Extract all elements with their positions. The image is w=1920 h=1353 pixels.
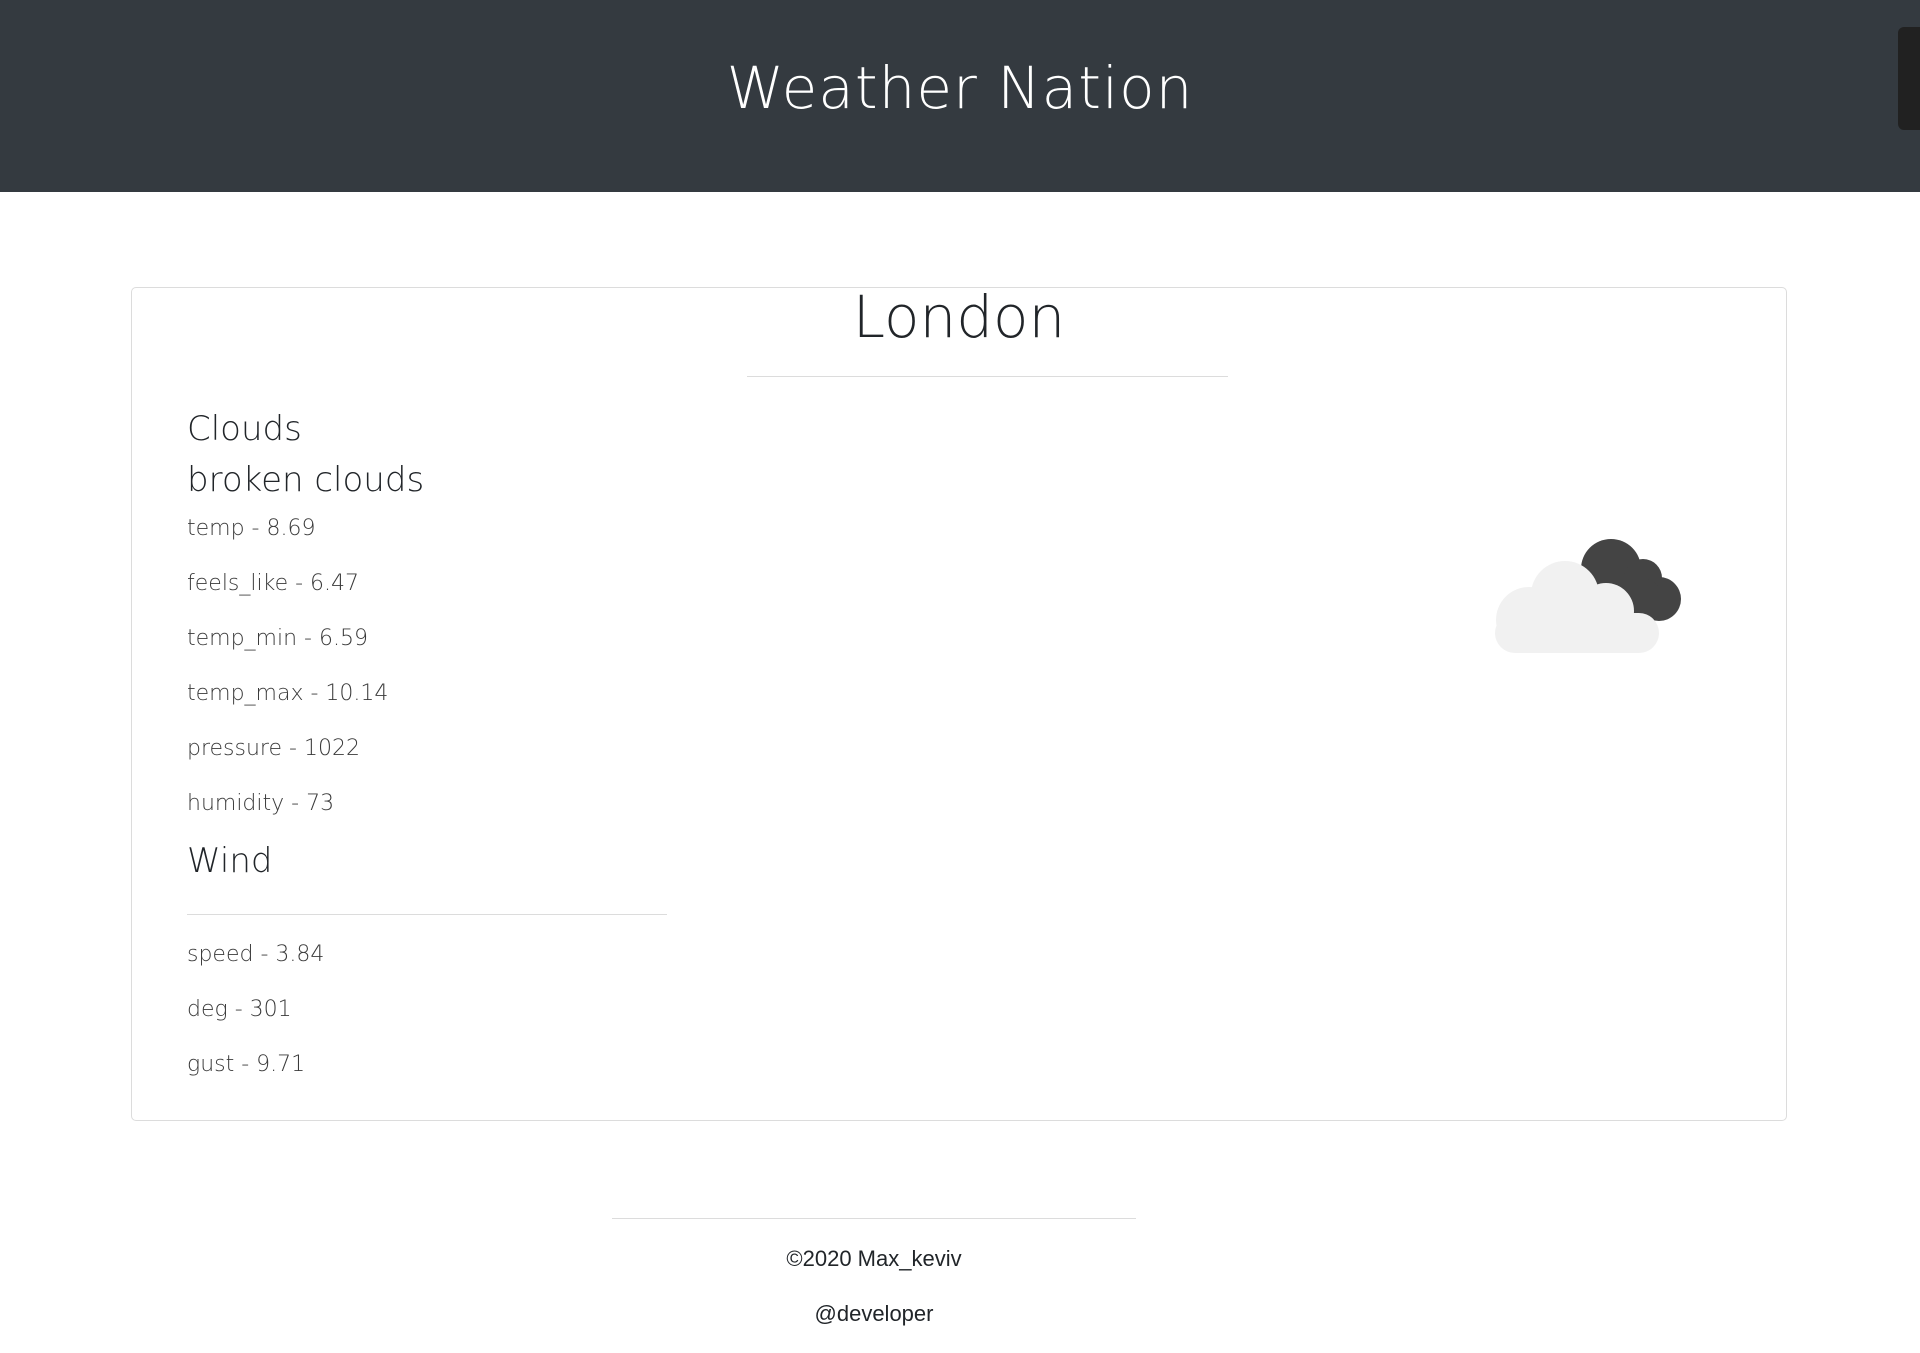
stat-wind-gust: gust - 9.71 xyxy=(187,1052,306,1077)
stat-temp: temp - 8.69 xyxy=(187,516,316,541)
footer-divider xyxy=(612,1218,1136,1219)
wind-title: Wind xyxy=(187,841,273,881)
broken-clouds-icon xyxy=(1495,539,1681,653)
city-name: London xyxy=(852,283,1066,351)
footer-copyright: ©2020 Max_keviv xyxy=(786,1246,962,1271)
city-divider xyxy=(747,376,1228,377)
stat-wind-deg: deg - 301 xyxy=(187,997,292,1022)
footer-handle: @developer xyxy=(814,1301,934,1326)
site-header: Weather Nation xyxy=(0,0,1920,192)
stat-temp-max: temp_max - 10.14 xyxy=(187,681,389,706)
stat-humidity: humidity - 73 xyxy=(187,791,335,816)
stat-pressure: pressure - 1022 xyxy=(187,736,360,761)
weather-main: Clouds xyxy=(187,409,302,449)
stat-temp-min: temp_min - 6.59 xyxy=(187,626,368,651)
weather-description: broken clouds xyxy=(187,460,425,500)
stat-wind-speed: speed - 3.84 xyxy=(187,942,325,967)
wind-divider xyxy=(187,914,667,915)
stat-feels-like: feels_like - 6.47 xyxy=(187,571,360,596)
site-title: Weather Nation xyxy=(726,54,1194,122)
scrollbar-handle[interactable] xyxy=(1898,27,1920,130)
